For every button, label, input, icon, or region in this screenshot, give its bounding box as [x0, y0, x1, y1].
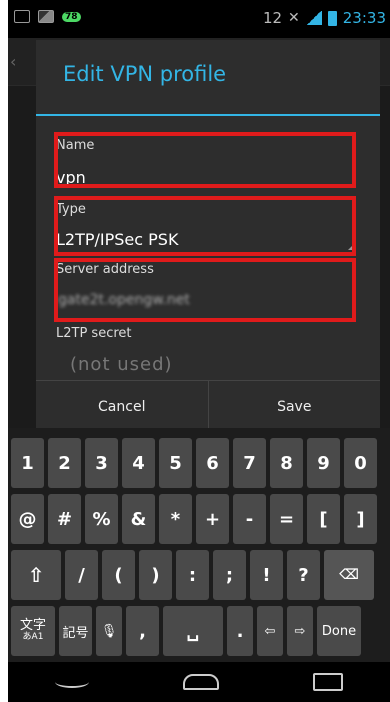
key-equals[interactable]: = [270, 494, 303, 544]
navigation-bar [8, 662, 390, 702]
key-hash[interactable]: # [48, 494, 81, 544]
shift-icon: ⇧ [27, 563, 45, 587]
input-mode-sublabel: あA1 [22, 632, 44, 643]
dialog-title: Edit VPN profile [63, 62, 227, 86]
key-close-bracket[interactable]: ] [344, 494, 377, 544]
key-semicolon[interactable]: ; [213, 550, 246, 600]
key-5[interactable]: 5 [159, 438, 192, 488]
key-plus[interactable]: + [196, 494, 229, 544]
status-bar: 78 12 ✕ 23:33 [8, 0, 390, 38]
period-key[interactable]: . [227, 606, 253, 656]
key-1[interactable]: 1 [11, 438, 44, 488]
type-highlight [54, 196, 356, 256]
arrow-left-icon: ⇦ [264, 623, 276, 639]
back-icon[interactable] [55, 676, 89, 688]
key-open-paren[interactable]: ( [102, 550, 135, 600]
server-address-highlight [54, 258, 356, 322]
key-slash[interactable]: / [65, 550, 98, 600]
l2tp-secret-input[interactable]: (not used) [70, 354, 173, 375]
signal-icon [305, 11, 322, 25]
mic-key[interactable]: 🎙 [96, 606, 122, 656]
key-7[interactable]: 7 [233, 438, 266, 488]
backspace-icon: ⌫ [339, 567, 359, 583]
key-minus[interactable]: - [233, 494, 266, 544]
status-number: 12 [262, 9, 283, 27]
comma-key[interactable]: , [126, 606, 159, 656]
key-0[interactable]: 0 [344, 438, 377, 488]
key-exclamation[interactable]: ! [250, 550, 283, 600]
cursor-left-key[interactable]: ⇦ [257, 606, 283, 656]
keyboard-notification-icon [14, 10, 30, 23]
title-divider [36, 114, 380, 116]
soft-keyboard: 1 2 3 4 5 6 7 8 9 0 @ # % & * + - = [ ] … [8, 428, 390, 662]
key-6[interactable]: 6 [196, 438, 229, 488]
cancel-button[interactable]: Cancel [36, 381, 208, 432]
recent-apps-icon[interactable] [313, 673, 343, 691]
key-3[interactable]: 3 [85, 438, 118, 488]
input-mode-key[interactable]: 文字 あA1 [11, 606, 55, 656]
notification-badge: 78 [62, 11, 81, 22]
microphone-icon: 🎙 [100, 623, 118, 639]
key-colon[interactable]: : [176, 550, 209, 600]
key-4[interactable]: 4 [122, 438, 155, 488]
clock: 23:33 [342, 9, 386, 27]
key-asterisk[interactable]: * [159, 494, 192, 544]
dialog-button-bar: Cancel Save [36, 380, 380, 432]
done-key[interactable]: Done [317, 606, 361, 656]
backspace-key[interactable]: ⌫ [324, 550, 374, 600]
symbols-key[interactable]: 記号 [59, 606, 92, 656]
key-ampersand[interactable]: & [122, 494, 155, 544]
image-notification-icon [38, 10, 54, 23]
key-close-paren[interactable]: ) [139, 550, 172, 600]
space-key[interactable]: ␣ [163, 606, 223, 656]
vibrate-icon: ✕ [288, 10, 300, 26]
key-question[interactable]: ? [287, 550, 320, 600]
phone-screen: 78 12 ✕ 23:33 ‹ Edit VPN profile Name vp… [8, 0, 390, 702]
key-open-bracket[interactable]: [ [307, 494, 340, 544]
key-percent[interactable]: % [85, 494, 118, 544]
shift-key[interactable]: ⇧ [11, 550, 61, 600]
edit-vpn-dialog: Edit VPN profile Name vpn Type L2TP/IPSe… [36, 40, 380, 432]
home-icon[interactable] [183, 674, 219, 690]
key-2[interactable]: 2 [48, 438, 81, 488]
space-icon: ␣ [186, 620, 200, 642]
back-chevron-icon: ‹ [10, 52, 17, 71]
battery-icon [327, 10, 337, 26]
save-button[interactable]: Save [207, 381, 381, 432]
key-9[interactable]: 9 [307, 438, 340, 488]
l2tp-secret-label: L2TP secret [56, 326, 132, 341]
name-highlight [54, 132, 356, 188]
arrow-right-icon: ⇨ [294, 623, 306, 639]
cursor-right-key[interactable]: ⇨ [287, 606, 313, 656]
key-at[interactable]: @ [11, 494, 44, 544]
key-8[interactable]: 8 [270, 438, 303, 488]
